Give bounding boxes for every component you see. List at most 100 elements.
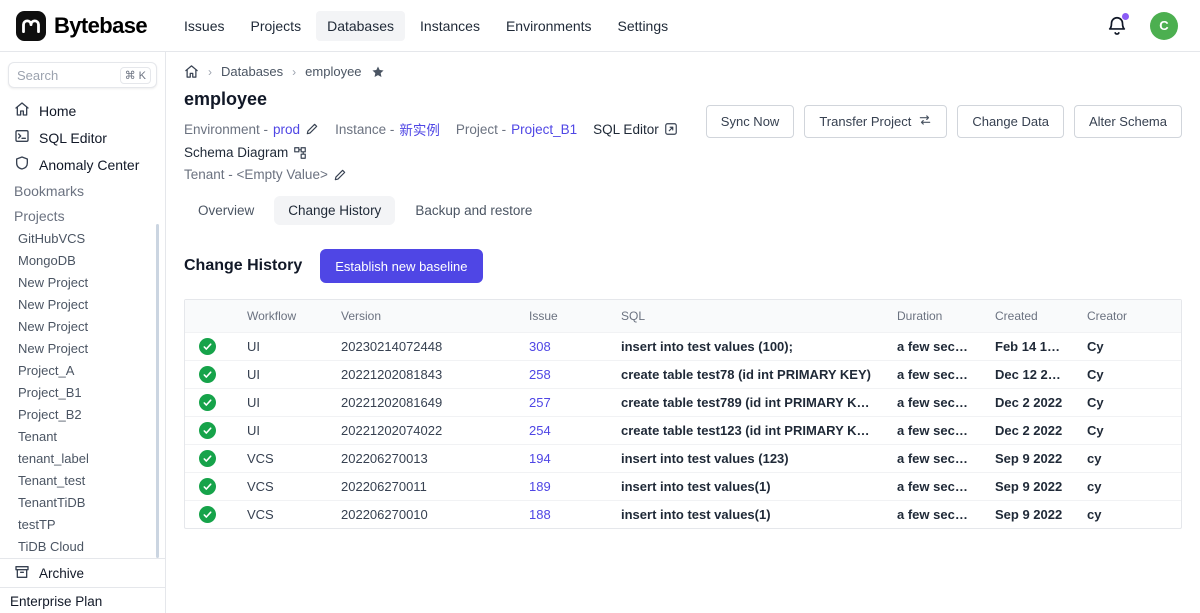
duration-cell: a few seconds xyxy=(887,417,985,445)
table-row[interactable]: VCS 202206270013 194 insert into test va… xyxy=(185,445,1181,473)
sidebar-project-item[interactable]: MongoDB xyxy=(0,250,165,272)
establish-baseline-button[interactable]: Establish new baseline xyxy=(320,249,482,283)
table-row[interactable]: VCS 202206270010 188 insert into test va… xyxy=(185,501,1181,529)
issue-link[interactable]: 194 xyxy=(529,451,551,466)
shield-icon xyxy=(14,155,30,174)
created-cell: Dec 12 2022 xyxy=(985,361,1077,389)
sidebar-project-item[interactable]: Project_A xyxy=(0,360,165,382)
archive-icon xyxy=(14,564,30,583)
avatar[interactable]: C xyxy=(1150,12,1178,40)
tab-change-history[interactable]: Change History xyxy=(274,196,395,225)
alter-schema-button[interactable]: Alter Schema xyxy=(1074,105,1182,138)
sidebar-project-item[interactable]: testTP xyxy=(0,514,165,536)
sql-editor-link-label[interactable]: SQL Editor xyxy=(593,122,659,137)
breadcrumb-home-icon[interactable] xyxy=(184,64,199,79)
column-header: Duration xyxy=(887,300,985,333)
issue-link[interactable]: 189 xyxy=(529,479,551,494)
sidebar-scrollbar[interactable] xyxy=(156,224,159,558)
search-input[interactable] xyxy=(17,68,120,83)
table-row[interactable]: UI 20230214072448 308 insert into test v… xyxy=(185,333,1181,361)
page-title: employee xyxy=(184,89,706,110)
table-row[interactable]: UI 20221202081843 258 create table test7… xyxy=(185,361,1181,389)
table-row[interactable]: UI 20221202074022 254 create table test1… xyxy=(185,417,1181,445)
sql-cell: insert into test values (123) xyxy=(611,445,887,473)
sql-cell: create table test123 (id int PRIMARY KEY… xyxy=(611,417,887,445)
navbar-right: C xyxy=(1106,12,1184,40)
breadcrumb-item-databases[interactable]: Databases xyxy=(221,64,283,79)
bookmarks-section-label: Bookmarks xyxy=(0,178,165,203)
change-data-button[interactable]: Change Data xyxy=(957,105,1064,138)
version-cell: 202206270011 xyxy=(331,473,519,501)
table-row[interactable]: VCS 202206270011 189 insert into test va… xyxy=(185,473,1181,501)
sidebar-project-item[interactable]: New Project xyxy=(0,272,165,294)
created-cell: Feb 14 15:32 xyxy=(985,333,1077,361)
sql-cell: create table test78 (id int PRIMARY KEY) xyxy=(611,361,887,389)
sync-now-button[interactable]: Sync Now xyxy=(706,105,795,138)
brand[interactable]: Bytebase xyxy=(16,11,147,41)
creator-cell: cy xyxy=(1077,445,1181,473)
breadcrumb-separator: › xyxy=(292,65,296,79)
search-box[interactable]: ⌘ K xyxy=(8,62,157,88)
sidebar-item-anomaly-center[interactable]: Anomaly Center xyxy=(0,151,165,178)
issue-link[interactable]: 254 xyxy=(529,423,551,438)
sidebar-project-item[interactable]: Tenant_test xyxy=(0,470,165,492)
tenant-label: Tenant - <Empty Value> xyxy=(184,167,328,182)
environment-link[interactable]: prod xyxy=(273,122,300,137)
creator-cell: Cy xyxy=(1077,361,1181,389)
sidebar-project-item[interactable]: TenantTiDB xyxy=(0,492,165,514)
edit-pencil-icon[interactable] xyxy=(305,122,319,136)
sidebar-project-item[interactable]: tenant_label xyxy=(0,448,165,470)
sidebar-project-item[interactable]: Project_B2 xyxy=(0,404,165,426)
schema-diagram-link-label[interactable]: Schema Diagram xyxy=(184,145,288,160)
issue-link[interactable]: 308 xyxy=(529,339,551,354)
meta-line-2: Tenant - <Empty Value> xyxy=(184,167,706,182)
status-cell xyxy=(185,361,237,389)
sidebar-project-item[interactable]: TiDB Cloud xyxy=(0,536,165,558)
tab-backup-and-restore[interactable]: Backup and restore xyxy=(401,196,546,225)
bookmark-star-icon[interactable] xyxy=(371,65,385,79)
nav-item-instances[interactable]: Instances xyxy=(409,11,491,41)
sidebar-project-item[interactable]: Tenant xyxy=(0,426,165,448)
nav-item-databases[interactable]: Databases xyxy=(316,11,405,41)
instance-link[interactable]: 新实例 xyxy=(399,119,440,139)
external-link-icon[interactable] xyxy=(664,122,678,136)
table-row[interactable]: UI 20221202081649 257 create table test7… xyxy=(185,389,1181,417)
sidebar: ⌘ K Home SQL Editor Anomaly Center Bookm… xyxy=(0,52,166,613)
transfer-project-button[interactable]: Transfer Project xyxy=(804,105,947,138)
workflow-cell: UI xyxy=(237,333,331,361)
sidebar-project-item[interactable]: Project_B1 xyxy=(0,382,165,404)
main-content: › Databases › employee employee Environm… xyxy=(166,52,1200,613)
workflow-cell: VCS xyxy=(237,473,331,501)
issue-cell: 188 xyxy=(519,501,611,529)
nav-item-projects[interactable]: Projects xyxy=(240,11,313,41)
schema-diagram-icon[interactable] xyxy=(293,146,307,160)
notifications-bell-icon[interactable] xyxy=(1106,15,1128,37)
issue-link[interactable]: 257 xyxy=(529,395,551,410)
sidebar-bottom: Archive Enterprise Plan xyxy=(0,558,165,613)
project-link[interactable]: Project_B1 xyxy=(511,122,577,137)
issue-link[interactable]: 258 xyxy=(529,367,551,382)
issue-link[interactable]: 188 xyxy=(529,507,551,522)
nav-item-environments[interactable]: Environments xyxy=(495,11,603,41)
column-header: Created xyxy=(985,300,1077,333)
version-cell: 202206270010 xyxy=(331,501,519,529)
issue-cell: 308 xyxy=(519,333,611,361)
edit-pencil-icon[interactable] xyxy=(333,168,347,182)
sidebar-project-item[interactable]: New Project xyxy=(0,316,165,338)
sidebar-project-item[interactable]: New Project xyxy=(0,338,165,360)
issue-cell: 254 xyxy=(519,417,611,445)
nav-item-issues[interactable]: Issues xyxy=(173,11,235,41)
sidebar-project-item[interactable]: GitHubVCS xyxy=(0,228,165,250)
sidebar-item-sql-editor[interactable]: SQL Editor xyxy=(0,124,165,151)
sidebar-item-archive[interactable]: Archive xyxy=(0,559,165,587)
status-cell xyxy=(185,417,237,445)
breadcrumb-item-employee[interactable]: employee xyxy=(305,64,361,79)
transfer-arrows-icon xyxy=(918,113,932,130)
sidebar-item-home[interactable]: Home xyxy=(0,97,165,124)
tab-overview[interactable]: Overview xyxy=(184,196,268,225)
issue-cell: 257 xyxy=(519,389,611,417)
version-cell: 20221202081843 xyxy=(331,361,519,389)
sidebar-project-item[interactable]: New Project xyxy=(0,294,165,316)
nav-item-settings[interactable]: Settings xyxy=(607,11,680,41)
version-cell: 20230214072448 xyxy=(331,333,519,361)
